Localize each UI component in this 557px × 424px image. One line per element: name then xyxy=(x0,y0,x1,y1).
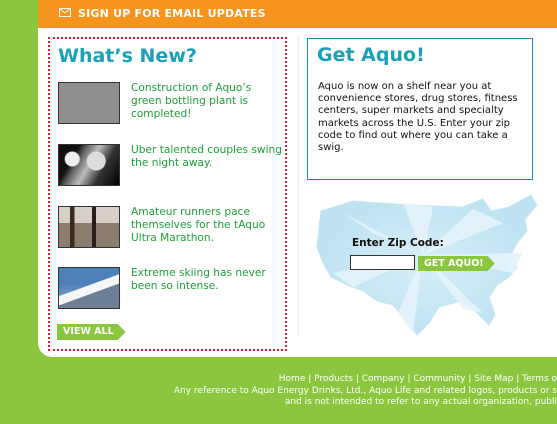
email-signup-label[interactable]: SIGN UP FOR EMAIL UPDATES xyxy=(78,7,266,20)
news-item[interactable]: Construction of Aquo’s green bottling pl… xyxy=(58,82,284,126)
news-item-text[interactable]: Uber talented couples swing the night aw… xyxy=(131,144,283,170)
footer-link-terms[interactable]: Terms o xyxy=(522,374,557,384)
email-signup-bar[interactable]: SIGN UP FOR EMAIL UPDATES xyxy=(38,0,557,28)
footer: Home | Products | Company | Community | … xyxy=(0,374,557,409)
footer-disclaimer-line: Any reference to Aquo Energy Drinks, Ltd… xyxy=(173,385,557,396)
news-item-text[interactable]: Amateur runners pace themselves for the … xyxy=(131,206,283,245)
footer-link-products[interactable]: Products xyxy=(314,374,353,384)
footer-disclaimer-line: and is not intended to refer to any actu… xyxy=(284,397,557,407)
placeholder-image-icon[interactable] xyxy=(58,82,120,124)
news-item-text[interactable]: Extreme skiing has never been so intense… xyxy=(131,267,283,293)
envelope-icon xyxy=(59,8,71,17)
news-item[interactable]: Uber talented couples swing the night aw… xyxy=(58,144,284,188)
footer-links: Home | Products | Company | Community | … xyxy=(278,374,557,384)
get-aquo-description: Aquo is now on a shelf near you at conve… xyxy=(318,81,518,154)
zip-code-input[interactable] xyxy=(350,255,415,270)
get-aquo-button[interactable]: GET AQUO! xyxy=(418,256,495,271)
news-item[interactable]: Amateur runners pace themselves for the … xyxy=(58,206,284,250)
mountain-photo-icon[interactable] xyxy=(58,267,120,309)
dancers-photo-icon[interactable] xyxy=(58,144,120,186)
news-item[interactable]: Extreme skiing has never been so intense… xyxy=(58,267,284,311)
whats-new-box: What’s New? Construction of Aquo’s green… xyxy=(48,37,287,351)
get-aquo-box: Get Aquo! Aquo is now on a shelf near yo… xyxy=(307,38,533,180)
column-divider xyxy=(298,37,299,337)
news-item-text[interactable]: Construction of Aquo’s green bottling pl… xyxy=(131,82,283,121)
whats-new-title: What’s New? xyxy=(58,45,197,67)
view-all-button[interactable]: VIEW ALL xyxy=(57,324,126,340)
footer-link-site-map[interactable]: Site Map xyxy=(474,374,513,384)
footer-link-company[interactable]: Company xyxy=(362,374,405,384)
zip-code-label: Enter Zip Code: xyxy=(352,237,444,249)
footer-link-community[interactable]: Community xyxy=(413,374,465,384)
get-aquo-title: Get Aquo! xyxy=(317,44,425,66)
runners-photo-icon[interactable] xyxy=(58,206,120,248)
footer-link-home[interactable]: Home xyxy=(279,374,306,384)
